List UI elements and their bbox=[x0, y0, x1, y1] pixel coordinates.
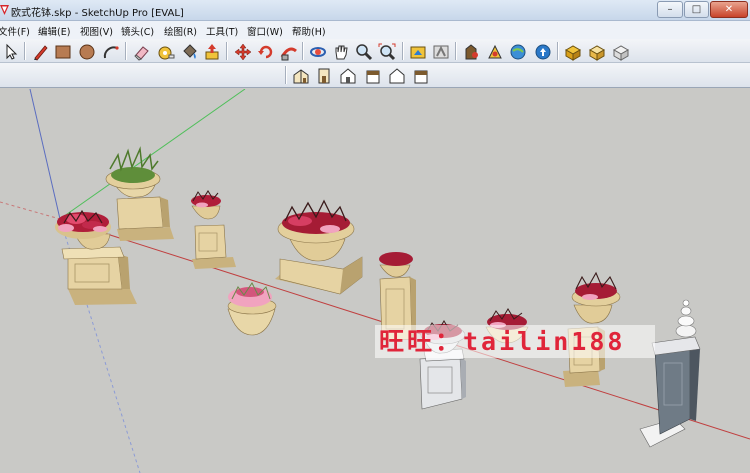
toolbar-separator bbox=[285, 66, 287, 84]
toolbar-separator bbox=[226, 42, 228, 60]
left-view-icon[interactable] bbox=[410, 65, 431, 86]
zoom-extents-icon[interactable] bbox=[376, 41, 397, 62]
top-view-icon[interactable] bbox=[313, 65, 334, 86]
red-axis-negative bbox=[0, 201, 61, 220]
previous-view-icon[interactable] bbox=[407, 41, 428, 62]
watermark-text: 旺旺：tailin188 bbox=[375, 325, 655, 358]
menu-camera[interactable]: 镜头(C) bbox=[121, 24, 154, 38]
toolbar-separator bbox=[24, 42, 26, 60]
zoom-icon[interactable] bbox=[353, 41, 374, 62]
menu-bar: 文件(F) 编辑(E) 视图(V) 镜头(C) 绘图(R) 工具(T) 窗口(W… bbox=[0, 21, 750, 39]
toolbar-separator bbox=[455, 42, 457, 60]
toolbar-separator bbox=[125, 42, 127, 60]
rotate-icon[interactable] bbox=[255, 41, 276, 62]
front-view-icon[interactable] bbox=[337, 65, 358, 86]
walk-icon[interactable] bbox=[430, 41, 451, 62]
main-toolbar bbox=[0, 39, 750, 63]
components-icon[interactable] bbox=[562, 41, 583, 62]
follow-me-icon[interactable] bbox=[278, 41, 299, 62]
push-pull-icon[interactable] bbox=[201, 41, 222, 62]
get-models-icon[interactable] bbox=[507, 41, 528, 62]
move-icon[interactable] bbox=[232, 41, 253, 62]
eraser-icon[interactable] bbox=[131, 41, 152, 62]
toolbar-separator bbox=[302, 42, 304, 60]
back-view-icon[interactable] bbox=[386, 65, 407, 86]
flower-urn-pedestal-3 bbox=[191, 190, 236, 269]
look-around-icon[interactable] bbox=[484, 41, 505, 62]
iso-view-icon[interactable] bbox=[290, 65, 311, 86]
sketchup-window: 欧式花钵.skp - SketchUp Pro [EVAL] – □ ✕ 文件(… bbox=[0, 0, 750, 473]
menu-help[interactable]: 帮助(H) bbox=[292, 24, 326, 38]
toolbar-separator bbox=[557, 42, 559, 60]
pan-icon[interactable] bbox=[330, 41, 351, 62]
menu-window[interactable]: 窗口(W) bbox=[247, 24, 283, 38]
right-view-icon[interactable] bbox=[362, 65, 383, 86]
toolbar-separator bbox=[402, 42, 404, 60]
share-model-icon[interactable] bbox=[532, 41, 553, 62]
blue-axis bbox=[29, 88, 61, 220]
position-camera-icon[interactable] bbox=[460, 41, 481, 62]
arc-icon[interactable] bbox=[100, 41, 121, 62]
menu-file[interactable]: 文件(F) bbox=[0, 24, 30, 38]
rectangle-icon[interactable] bbox=[52, 41, 73, 62]
menu-view[interactable]: 视图(V) bbox=[80, 24, 113, 38]
menu-edit[interactable]: 编辑(E) bbox=[38, 24, 70, 38]
flower-urn-pedestal-4 bbox=[275, 199, 363, 295]
stone-finial-pedestal bbox=[639, 299, 701, 448]
tape-measure-icon[interactable] bbox=[155, 41, 176, 62]
paint-bucket-icon[interactable] bbox=[179, 41, 200, 62]
flower-bowl-planter bbox=[227, 282, 277, 336]
minimize-button[interactable]: – bbox=[657, 1, 683, 18]
close-button[interactable]: ✕ bbox=[710, 1, 748, 18]
section-plane-icon[interactable] bbox=[610, 41, 631, 62]
styles-icon[interactable] bbox=[586, 41, 607, 62]
menu-draw[interactable]: 绘图(R) bbox=[164, 24, 197, 38]
model-scene bbox=[0, 88, 750, 473]
menu-tools[interactable]: 工具(T) bbox=[206, 24, 238, 38]
pencil-line-icon[interactable] bbox=[30, 41, 51, 62]
drawing-viewport[interactable]: 旺旺：tailin188 bbox=[0, 88, 750, 473]
sketchup-logo-icon bbox=[0, 5, 9, 15]
orbit-icon[interactable] bbox=[307, 41, 328, 62]
views-toolbar bbox=[0, 63, 750, 88]
window-title: 欧式花钵.skp - SketchUp Pro [EVAL] bbox=[11, 8, 184, 19]
maximize-button[interactable]: □ bbox=[684, 1, 709, 18]
select-icon[interactable] bbox=[0, 41, 21, 62]
circle-icon[interactable] bbox=[76, 41, 97, 62]
title-bar: 欧式花钵.skp - SketchUp Pro [EVAL] – □ ✕ bbox=[0, 0, 750, 21]
